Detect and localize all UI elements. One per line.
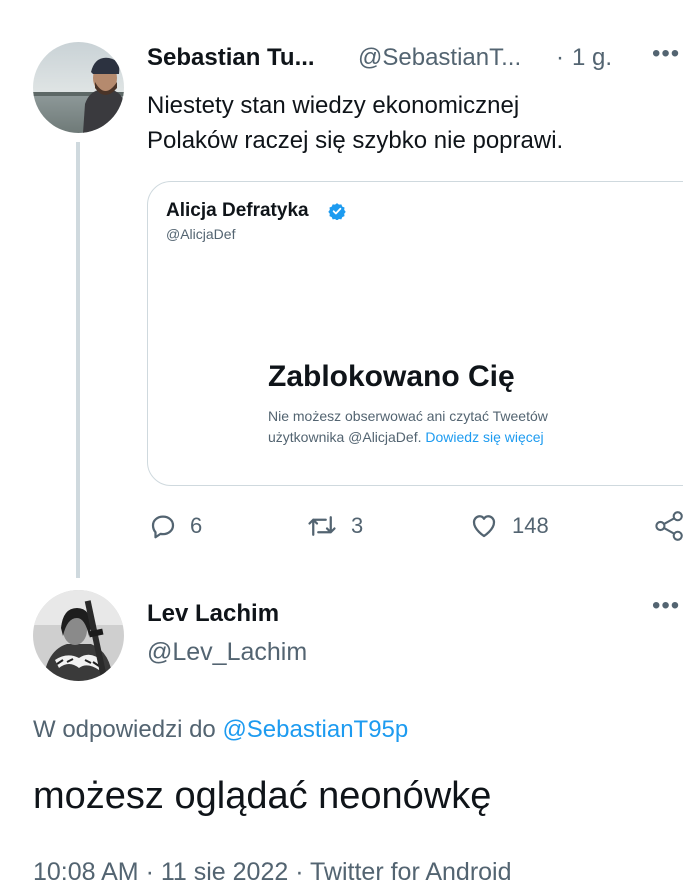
more-options-icon[interactable]: ••• <box>652 40 680 68</box>
separator-dot: · <box>556 44 564 71</box>
blocked-title: Zablokowano Cię <box>268 360 515 393</box>
like-count: 148 <box>512 513 549 538</box>
share-icon <box>655 511 683 541</box>
blocked-desc-line: Nie możesz obserwować ani czytać Tweetów <box>268 408 548 424</box>
tweet-time[interactable]: 1 g. <box>572 44 612 72</box>
reply-context: W odpowiedzi do @SebastianT95p <box>33 716 408 744</box>
heart-icon <box>472 515 496 538</box>
author-handle-2[interactable]: @Lev_Lachim <box>147 638 307 667</box>
tweet-meta[interactable]: 10:08 AM · 11 sie 2022 · Twitter for And… <box>33 858 512 887</box>
author-name-2[interactable]: Lev Lachim <box>147 600 279 628</box>
author-handle[interactable]: @SebastianT... <box>358 44 521 72</box>
reply-context-prefix: W odpowiedzi do <box>33 716 216 743</box>
more-options-icon-2[interactable]: ••• <box>652 592 680 620</box>
avatar-lev[interactable] <box>33 590 124 681</box>
tweet-text-line: Niestety stan wiedzy ekonomicznej <box>147 92 520 119</box>
tweet-text-line: Polaków raczej się szybko nie poprawi. <box>147 127 564 154</box>
author-name[interactable]: Sebastian Tu... <box>147 44 315 72</box>
like-button[interactable]: 148 <box>468 511 549 541</box>
reply-count: 6 <box>190 513 203 538</box>
blocked-desc-text: użytkownika @AlicjaDef. <box>268 429 422 445</box>
quoted-author-name: Alicja Defratyka <box>166 200 309 221</box>
retweet-count: 3 <box>351 513 364 538</box>
reply-icon <box>151 515 175 539</box>
quoted-author-handle: @AlicjaDef <box>166 226 236 242</box>
reply-context-mention[interactable]: @SebastianT95p <box>222 716 408 743</box>
avatar-sebastian[interactable] <box>33 42 124 133</box>
reply-button[interactable]: 6 <box>148 511 202 541</box>
thread-connector-line <box>76 142 80 578</box>
tweet-text: Niestety stan wiedzy ekonomicznej Polakó… <box>147 88 667 158</box>
share-button[interactable] <box>654 511 683 541</box>
learn-more-link[interactable]: Dowiedz się więcej <box>425 429 543 445</box>
retweet-button[interactable]: 3 <box>305 511 363 541</box>
blocked-desc-line-2: użytkownika @AlicjaDef. Dowiedz się więc… <box>268 427 608 448</box>
retweet-icon <box>308 516 336 536</box>
verified-badge-icon <box>328 202 346 221</box>
tweet-main-text: możesz oglądać neonówkę <box>33 775 492 817</box>
blocked-description: Nie możesz obserwować ani czytać Tweetów… <box>268 406 608 448</box>
